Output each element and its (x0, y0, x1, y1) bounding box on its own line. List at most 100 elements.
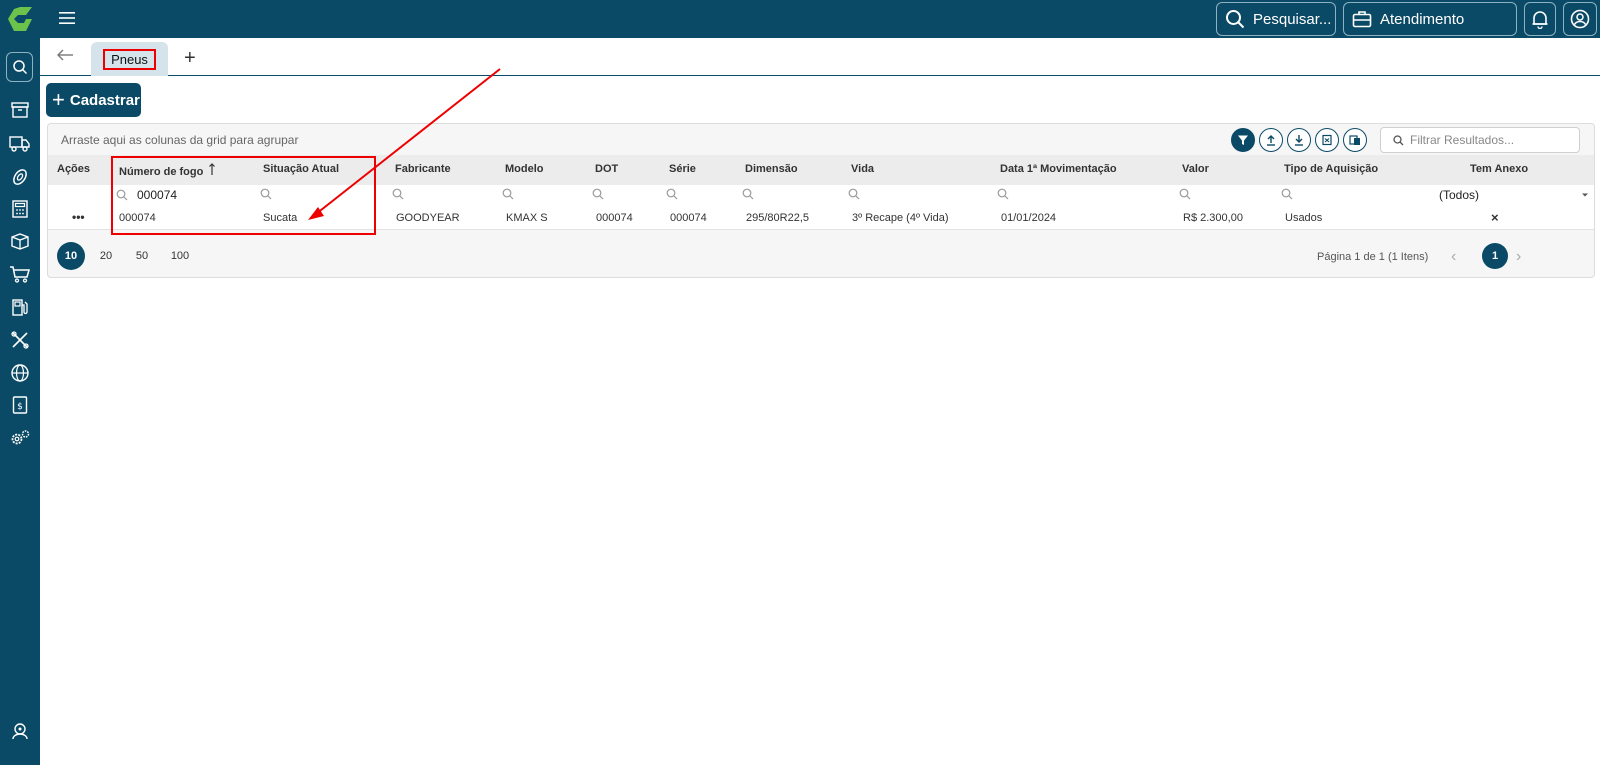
top-bar: Pesquisar... Atendimento (0, 0, 1600, 38)
col-header-vida[interactable]: Vida (851, 163, 874, 175)
filter-situacao[interactable] (260, 188, 272, 200)
filter-button[interactable] (1231, 128, 1255, 152)
search-icon (742, 188, 754, 200)
column-chooser-button[interactable] (1343, 128, 1367, 152)
sidebar-item-finance[interactable]: $ (8, 393, 32, 417)
funnel-icon (1238, 135, 1248, 145)
col-header-data-mov[interactable]: Data 1ª Movimentação (1000, 163, 1117, 175)
page-button-current[interactable]: 1 (1482, 243, 1508, 269)
filter-results-input[interactable]: Filtrar Resultados... (1380, 127, 1580, 153)
sidebar-item-tires[interactable] (8, 165, 32, 189)
menu-icon[interactable] (58, 9, 76, 27)
sidebar-item-truck[interactable] (8, 131, 32, 155)
page-info: Página 1 de 1 (1 Itens) (1317, 251, 1429, 263)
filter-dimensao[interactable] (742, 188, 754, 200)
search-icon (502, 188, 514, 200)
sidebar: $ (0, 38, 40, 765)
col-header-situacao[interactable]: Situação Atual (263, 163, 339, 175)
sidebar-item-archive[interactable] (8, 98, 32, 122)
cell-modelo: KMAX S (506, 212, 548, 224)
plus-icon: + (52, 87, 65, 112)
cell-numero-fogo: 000074 (119, 212, 156, 224)
calculator-icon (12, 200, 28, 218)
notifications-button[interactable] (1524, 2, 1556, 36)
col-header-tem-anexo[interactable]: Tem Anexo (1470, 163, 1528, 175)
col-header-valor[interactable]: Valor (1182, 163, 1209, 175)
filter-serie[interactable] (666, 188, 678, 200)
filter-tem-anexo-select[interactable]: (Todos) (1439, 188, 1589, 202)
table-row[interactable]: ••• 000074 Sucata GOODYEAR KMAX S 000074… (48, 206, 1594, 230)
page-size-50[interactable]: 50 (128, 242, 156, 270)
sidebar-item-global[interactable] (8, 361, 32, 385)
col-header-numero-fogo-label: Número de fogo (119, 166, 204, 178)
back-arrow-icon[interactable] (56, 48, 74, 62)
tab-pneus[interactable]: Pneus (91, 42, 168, 76)
gears-icon (11, 430, 30, 445)
filter-modelo[interactable] (502, 188, 514, 200)
sort-ascending-icon (209, 163, 216, 175)
filter-fabricante[interactable] (392, 188, 404, 200)
filter-data-mov[interactable] (997, 188, 1009, 200)
briefcase-icon (1352, 11, 1372, 28)
col-header-numero-fogo[interactable]: Número de fogo (119, 163, 216, 178)
search-icon (997, 188, 1009, 200)
user-profile-button[interactable] (1563, 2, 1597, 36)
sidebar-item-calculator[interactable] (8, 197, 32, 221)
filter-tipo-aquisicao[interactable] (1281, 188, 1293, 200)
page-size-20[interactable]: 20 (92, 242, 120, 270)
grid-filter-row: 000074 (Todos) (48, 185, 1594, 206)
col-header-tipo-aquisicao[interactable]: Tipo de Aquisição (1284, 163, 1378, 175)
column-chooser-icon (1349, 135, 1360, 145)
cart-icon (10, 266, 30, 283)
svg-text:$: $ (17, 402, 23, 412)
sidebar-search-button[interactable] (6, 52, 33, 82)
bell-icon (1532, 11, 1548, 29)
col-header-acoes[interactable]: Ações (57, 163, 90, 175)
sidebar-item-cart[interactable] (8, 262, 32, 286)
tire-icon (13, 169, 27, 185)
invoice-dollar-icon: $ (12, 396, 28, 414)
search-icon (848, 188, 860, 200)
filter-dot[interactable] (592, 188, 604, 200)
app-logo-icon[interactable] (4, 5, 36, 33)
page-size-10[interactable]: 10 (57, 242, 85, 270)
cadastrar-button[interactable]: + Cadastrar (46, 83, 141, 117)
search-icon (12, 60, 27, 75)
user-circle-icon (1570, 9, 1590, 29)
chevron-down-icon (1582, 193, 1588, 197)
upload-icon (1267, 135, 1275, 146)
add-tab-button[interactable]: + (184, 47, 196, 70)
next-page-icon[interactable]: › (1516, 248, 1521, 266)
sidebar-item-fuel[interactable] (8, 295, 32, 319)
truck-icon (9, 136, 30, 152)
excel-export-button[interactable] (1315, 128, 1339, 152)
search-icon (1281, 188, 1293, 200)
filter-valor[interactable] (1179, 188, 1191, 200)
sidebar-item-tools[interactable] (8, 328, 32, 352)
row-actions-menu[interactable]: ••• (72, 210, 85, 224)
global-search-button[interactable]: Pesquisar... (1216, 2, 1336, 36)
sidebar-item-box[interactable] (8, 229, 32, 253)
prev-page-icon[interactable]: ‹ (1451, 248, 1456, 266)
col-header-modelo[interactable]: Modelo (505, 163, 544, 175)
sidebar-item-support[interactable] (8, 719, 32, 743)
col-header-fabricante[interactable]: Fabricante (395, 163, 451, 175)
search-icon (260, 188, 272, 200)
col-header-dimensao[interactable]: Dimensão (745, 163, 798, 175)
filter-tem-anexo-value: (Todos) (1439, 188, 1480, 202)
atendimento-button[interactable]: Atendimento (1343, 2, 1517, 36)
page-size-100[interactable]: 100 (166, 242, 194, 270)
annotation-arrow (308, 68, 501, 220)
col-header-serie[interactable]: Série (669, 163, 696, 175)
search-icon (1179, 188, 1191, 200)
sidebar-item-settings[interactable] (8, 426, 32, 450)
download-button[interactable] (1287, 128, 1311, 152)
globe-icon (11, 364, 29, 382)
col-header-dot[interactable]: DOT (595, 163, 618, 175)
filter-vida[interactable] (848, 188, 860, 200)
grid-header-row: Ações Número de fogo Situação Atual Fabr… (48, 155, 1594, 185)
cell-dimensao: 295/80R22,5 (746, 212, 809, 224)
upload-button[interactable] (1259, 128, 1283, 152)
cell-vida: 3º Recape (4º Vida) (852, 212, 949, 224)
filter-numero-fogo[interactable]: 000074 (116, 188, 177, 202)
